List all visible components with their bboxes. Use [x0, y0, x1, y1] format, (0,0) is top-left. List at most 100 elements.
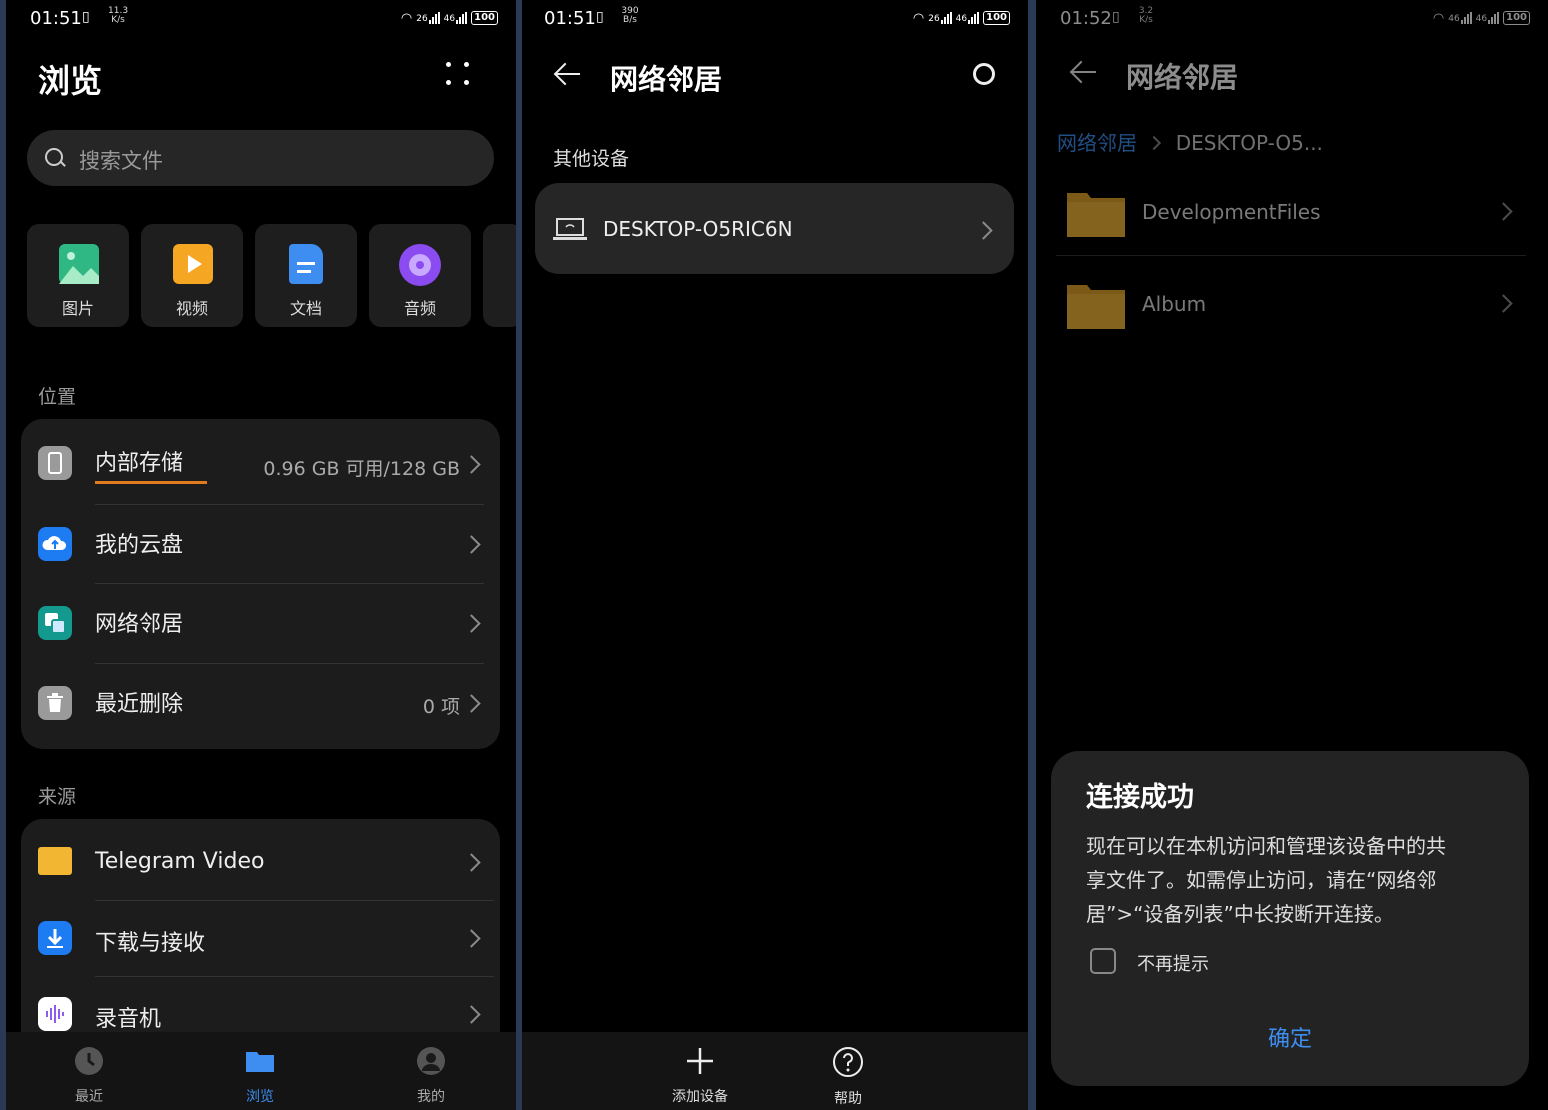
chevron-right-icon [462, 694, 481, 713]
dont-show-again-checkbox[interactable] [1090, 948, 1116, 974]
category-label: 图片 [61, 299, 94, 318]
section-title-sources: 来源 [38, 786, 77, 808]
category-more[interactable] [483, 224, 516, 327]
location-label: 我的云盘 [95, 533, 184, 558]
location-network-neighborhood[interactable]: 网络邻居 [21, 584, 500, 664]
dialog-message-line: 现在可以在本机访问和管理该设备中的共 [1086, 834, 1446, 858]
signal-icon: 46 [444, 12, 468, 24]
bottom-nav: 最近 浏览 我的 [6, 1032, 516, 1110]
download-icon [38, 921, 72, 955]
location-recently-deleted[interactable]: 最近删除 0 项 [21, 664, 500, 749]
laptop-icon [553, 218, 587, 240]
search-icon [45, 148, 63, 166]
location-label: 内部存储 [95, 451, 184, 476]
signal-icon: 26 [416, 12, 440, 24]
signal-icon: 26 [928, 12, 952, 24]
dialog-title: 连接成功 [1086, 782, 1194, 813]
phone-icon [38, 446, 72, 480]
wifi-icon: ◠ [400, 10, 413, 26]
battery-icon: 100 [471, 11, 498, 25]
more-options-icon[interactable] [446, 62, 472, 88]
net-speed: 11.3 K/s [108, 6, 129, 25]
device-row[interactable]: DESKTOP-O5RIC6N [535, 183, 1014, 274]
search-placeholder: 搜索文件 [79, 149, 163, 173]
device-name: DESKTOP-O5RIC6N [603, 217, 793, 241]
net-speed: 390 B/s [621, 6, 639, 25]
nav-label: 添加设备 [672, 1089, 728, 1105]
page-title: 网络邻居 [610, 63, 723, 96]
source-label: 下载与接收 [95, 931, 206, 956]
audio-icon [399, 244, 441, 286]
chevron-right-icon [462, 455, 481, 474]
category-label: 文档 [289, 299, 322, 318]
storage-underline [95, 481, 207, 484]
vibrate-icon: ▯ [596, 9, 604, 25]
dialog-message: 现在可以在本机访问和管理该设备中的共 享文件了。如需停止访问，请在“网络邻 居”… [1086, 829, 1506, 931]
folder-icon [246, 1052, 274, 1072]
category-videos[interactable]: 视频 [141, 224, 243, 327]
status-time: 01:51 [30, 8, 82, 29]
status-time: 01:51 [544, 8, 596, 29]
category-label: 音频 [403, 299, 436, 318]
chevron-right-icon [462, 1005, 481, 1024]
back-arrow-icon[interactable] [554, 62, 582, 86]
image-icon [59, 244, 99, 284]
location-label: 网络邻居 [95, 612, 184, 637]
nav-recent[interactable]: 最近 [49, 1046, 129, 1106]
dialog-message-line: 居”>“设备列表”中长按断开连接。 [1086, 902, 1394, 926]
checkbox-label: 不再提示 [1137, 954, 1209, 975]
battery-icon: 100 [983, 11, 1010, 25]
section-title-locations: 位置 [38, 386, 77, 408]
video-icon [173, 244, 213, 284]
help-icon [833, 1047, 863, 1077]
nav-label: 帮助 [834, 1091, 862, 1107]
source-label: 录音机 [95, 1007, 162, 1032]
help-button[interactable]: 帮助 [808, 1046, 888, 1108]
chevron-right-icon [462, 929, 481, 948]
category-documents[interactable]: 文档 [255, 224, 357, 327]
deleted-count: 0 项 [422, 696, 460, 718]
section-title-other-devices: 其他设备 [553, 148, 630, 170]
nav-label: 我的 [417, 1089, 445, 1105]
chevron-right-icon [462, 614, 481, 633]
chevron-right-icon [462, 535, 481, 554]
cloud-icon [38, 527, 72, 561]
bottom-nav: 添加设备 帮助 [522, 1032, 1028, 1110]
document-icon [289, 244, 323, 284]
network-neighborhood-screen: 01:51 ▯ 390 B/s ◠ 26 46 100 网络邻居 其他设备 DES… [522, 0, 1028, 1110]
locations-card: 内部存储 0.96 GB 可用/128 GB 我的云盘 网络邻居 最近删除 0 … [21, 419, 500, 749]
source-downloads[interactable]: 下载与接收 [21, 901, 500, 977]
vibrate-icon: ▯ [82, 9, 90, 25]
category-label: 视频 [175, 299, 208, 318]
category-audio[interactable]: 音频 [369, 224, 471, 327]
add-device-button[interactable]: 添加设备 [660, 1046, 740, 1106]
nav-label: 浏览 [246, 1089, 274, 1105]
chevron-right-icon [974, 221, 993, 240]
source-telegram-video[interactable]: Telegram Video [21, 819, 500, 901]
status-bar: 01:51 ▯ 390 B/s ◠ 26 46 100 [522, 0, 1028, 36]
clock-icon [75, 1047, 103, 1075]
signal-icon: 46 [956, 12, 980, 24]
wifi-icon: ◠ [912, 10, 925, 26]
nav-label: 最近 [75, 1089, 103, 1105]
browse-screen: 01:51 ▯ 11.3 K/s ◠ 26 46 100 浏览 搜索文件 图片 视… [6, 0, 516, 1110]
trash-icon [38, 686, 72, 720]
page-title: 浏览 [38, 62, 103, 100]
nav-mine[interactable]: 我的 [391, 1046, 471, 1106]
device-folder-screen: 01:52 ▯ 3.2 K/s ◠ 46 46 100 网络邻居 网络邻居 DES… [1036, 0, 1548, 1110]
refresh-icon[interactable] [973, 63, 995, 85]
dialog-message-line: 享文件了。如需停止访问，请在“网络邻 [1086, 868, 1437, 892]
network-icon [38, 606, 72, 640]
nav-browse[interactable]: 浏览 [220, 1046, 300, 1106]
status-bar: 01:51 ▯ 11.3 K/s ◠ 26 46 100 [6, 0, 516, 36]
location-internal-storage[interactable]: 内部存储 0.96 GB 可用/128 GB [21, 419, 500, 504]
search-input[interactable]: 搜索文件 [27, 130, 494, 186]
folder-icon [38, 847, 72, 875]
connection-success-dialog: 连接成功 现在可以在本机访问和管理该设备中的共 享文件了。如需停止访问，请在“网… [1051, 751, 1529, 1086]
storage-value: 0.96 GB 可用/128 GB [263, 458, 460, 480]
plus-icon [687, 1048, 713, 1074]
source-label: Telegram Video [95, 849, 265, 874]
location-cloud-drive[interactable]: 我的云盘 [21, 505, 500, 584]
confirm-button[interactable]: 确定 [1051, 1021, 1529, 1053]
category-images[interactable]: 图片 [27, 224, 129, 327]
